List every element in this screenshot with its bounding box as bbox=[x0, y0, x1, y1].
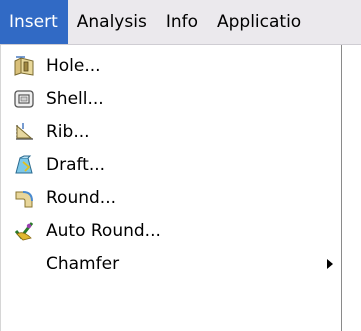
menu-applications[interactable]: Applicatio bbox=[208, 0, 311, 44]
menu-item-hole[interactable]: Hole... bbox=[1, 49, 342, 82]
submenu-arrow-icon bbox=[327, 259, 333, 269]
menu-item-auto-round[interactable]: Auto Round... bbox=[1, 214, 342, 247]
menu-item-shell[interactable]: Shell... bbox=[1, 82, 342, 115]
menu-item-label: Shell... bbox=[46, 89, 104, 109]
menu-bar: Insert Analysis Info Applicatio bbox=[0, 0, 361, 45]
menu-item-label: Draft... bbox=[46, 155, 106, 175]
rib-icon bbox=[16, 123, 33, 140]
menu-item-draft[interactable]: Draft... bbox=[1, 148, 342, 181]
menu-item-label: Hole... bbox=[46, 56, 101, 76]
menu-item-label: Chamfer bbox=[46, 254, 120, 274]
insert-dropdown-menu: Hole... Shell... Rib... Draft... Round..… bbox=[0, 45, 342, 331]
menu-info[interactable]: Info bbox=[157, 0, 208, 44]
menu-item-round[interactable]: Round... bbox=[1, 181, 342, 214]
hole-icon bbox=[14, 56, 34, 76]
menu-item-label: Round... bbox=[46, 188, 117, 208]
menu-item-rib[interactable]: Rib... bbox=[1, 115, 342, 148]
menu-item-chamfer[interactable]: Chamfer bbox=[1, 247, 342, 280]
menu-item-label: Auto Round... bbox=[46, 221, 161, 241]
draft-icon bbox=[15, 155, 33, 174]
auto-round-icon bbox=[14, 222, 34, 241]
menu-analysis[interactable]: Analysis bbox=[68, 0, 157, 44]
shell-icon bbox=[14, 90, 34, 108]
menu-item-label: Rib... bbox=[46, 122, 90, 142]
menu-insert[interactable]: Insert bbox=[0, 0, 68, 44]
round-icon bbox=[15, 191, 33, 208]
